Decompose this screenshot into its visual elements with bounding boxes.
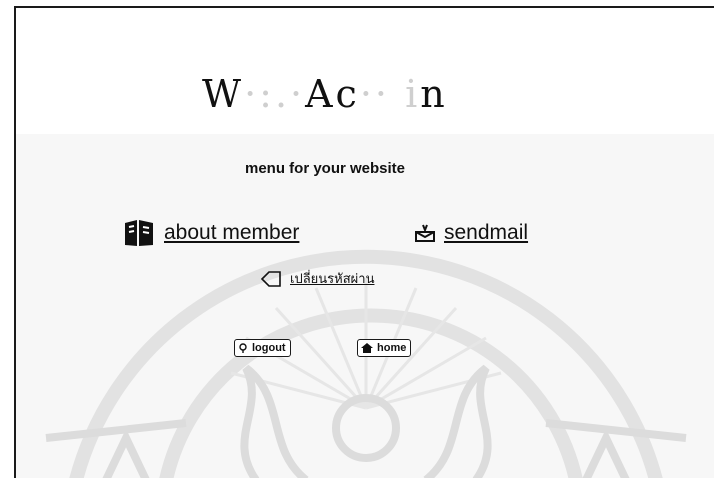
change-password-label: เปลี่ยนรหัสผ่าน xyxy=(290,272,375,287)
logout-button[interactable]: logout xyxy=(234,339,291,357)
about-member-link[interactable]: about member xyxy=(122,218,299,248)
sendmail-link[interactable]: sendmail xyxy=(414,221,528,245)
tag-icon xyxy=(260,270,282,288)
logout-label: logout xyxy=(252,342,286,354)
page-subtitle: menu for your website xyxy=(244,160,406,177)
change-password-link[interactable]: เปลี่ยนรหัสผ่าน xyxy=(260,268,374,289)
mail-icon xyxy=(414,223,436,243)
sendmail-label: sendmail xyxy=(444,221,529,244)
page-title: W·:.·Ac·· in xyxy=(202,72,448,116)
home-icon xyxy=(360,342,374,354)
about-member-label: about member xyxy=(164,221,300,244)
home-label: home xyxy=(377,342,407,354)
home-button[interactable]: home xyxy=(357,339,412,357)
key-icon xyxy=(237,342,249,354)
admin-page: W·:.·Ac·· in menu for your website about… xyxy=(14,6,714,478)
book-icon xyxy=(122,218,156,248)
